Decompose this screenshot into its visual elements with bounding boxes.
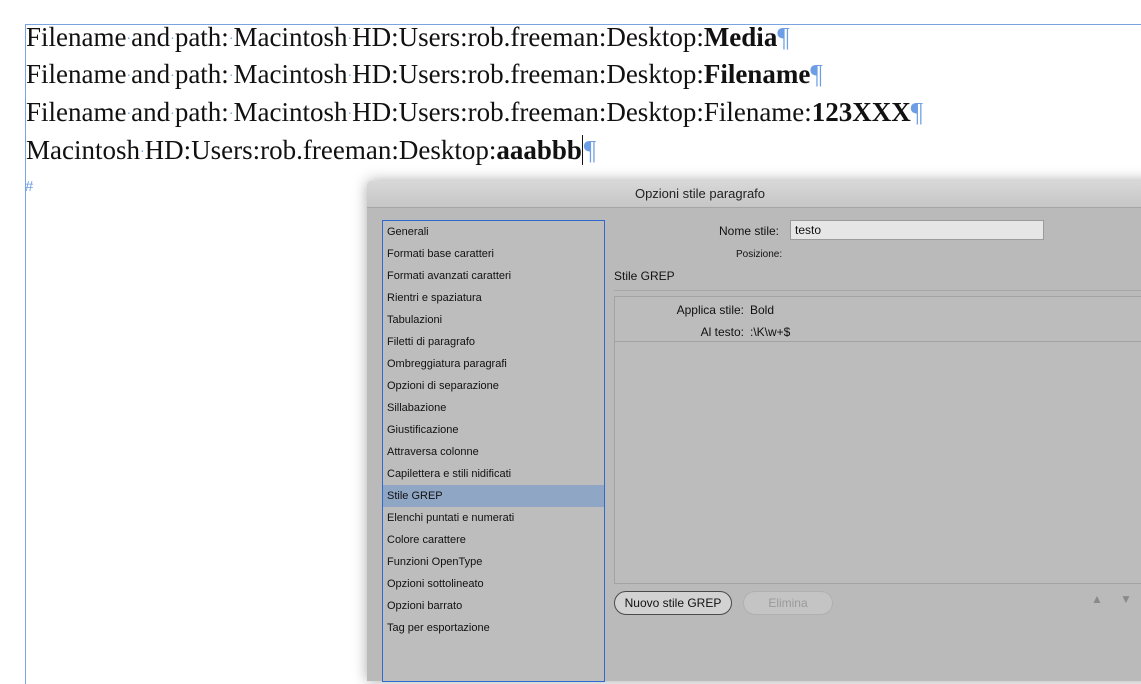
category-item[interactable]: Tag per esportazione [383,617,604,639]
bold-grep-match: Filename [703,59,811,89]
document-line[interactable]: Filename·and·path:·Macintosh·HD:Users:ro… [26,59,823,92]
end-of-story-marker: # [25,178,34,195]
category-item[interactable]: Opzioni barrato [383,595,604,617]
line-word: path: [174,97,229,127]
document-line[interactable]: Filename·and·path:·Macintosh·HD:Users:ro… [26,97,923,130]
line-word: Macintosh [233,22,348,52]
paragraph-style-options-dialog: Opzioni stile paragrafo Generali Formati … [367,181,1141,682]
apply-style-label: Applica stile: [676,303,744,317]
category-item[interactable]: Colore carattere [383,529,604,551]
bold-grep-match: 123XXX [811,97,911,127]
category-item[interactable]: Formati avanzati caratteri [383,265,604,287]
style-name-label: Nome stile: [719,224,780,238]
category-item[interactable]: Rientri e spaziatura [383,287,604,309]
category-item[interactable]: Attraversa colonne [383,441,604,463]
category-item[interactable]: Opzioni di separazione [383,375,604,397]
category-list[interactable]: Generali Formati base caratteri Formati av… [382,220,605,682]
category-item[interactable]: Stile GREP [383,485,604,507]
grep-rules-list[interactable]: Applica stile: Bold Al testo: :\K\w+$ [614,296,1141,584]
bold-grep-match: Media [703,22,778,52]
line-word: Filename [26,59,127,89]
line-word: Filename [26,22,127,52]
line-word: Macintosh [233,97,348,127]
move-up-icon[interactable]: ▲ [1091,592,1103,606]
pilcrow-icon: ¶ [910,97,924,127]
section-divider [614,290,1141,291]
line-word: path: [174,22,229,52]
to-text-value[interactable]: :\K\w+$ [750,325,790,339]
line-word: and [131,97,171,127]
move-down-icon[interactable]: ▼ [1120,592,1132,606]
category-item[interactable]: Funzioni OpenType [383,551,604,573]
dialog-titlebar[interactable]: Opzioni stile paragrafo [367,181,1141,208]
document-line[interactable]: Macintosh·HD:Users:rob.freeman:Desktop:a… [26,135,596,168]
delete-button[interactable]: Elimina [743,591,833,615]
category-item[interactable]: Tabulazioni [383,309,604,331]
section-title: Stile GREP [614,269,675,283]
position-label: Posizione: [736,249,783,260]
line-word: path: [174,59,229,89]
category-item[interactable]: Ombreggiatura paragrafi [383,353,604,375]
line-word: HD:Users:rob.freeman:Desktop:Filename: [352,97,812,127]
line-word: HD:Users:rob.freeman:Desktop: [352,59,704,89]
text-cursor [581,135,583,165]
category-item[interactable]: Giustificazione [383,419,604,441]
category-item[interactable]: Capilettera e stili nidificati [383,463,604,485]
line-word: Filename [26,97,127,127]
dialog-title: Opzioni stile paragrafo [634,186,766,201]
pilcrow-icon: ¶ [810,59,823,89]
category-item[interactable]: Elenchi puntati e numerati [383,507,604,529]
new-grep-style-button[interactable]: Nuovo stile GREP [614,591,732,615]
category-item[interactable]: Opzioni sottolineato [383,573,604,595]
category-item[interactable]: Filetti di paragrafo [383,331,604,353]
grep-rule-item[interactable]: Applica stile: Bold Al testo: :\K\w+$ [615,297,1141,342]
apply-style-value[interactable]: Bold [750,303,774,317]
category-item[interactable]: Formati base caratteri [383,243,604,265]
line-word: HD:Users:rob.freeman:Desktop: [352,22,704,52]
line-word: and [131,22,171,52]
line-word: Macintosh [26,135,140,165]
document-line[interactable]: Filename·and·path:·Macintosh·HD:Users:ro… [26,22,790,55]
line-word: HD:Users:rob.freeman:Desktop: [144,135,497,165]
line-word: and [131,59,171,89]
category-item[interactable]: Sillabazione [383,397,604,419]
line-word: Macintosh [233,59,348,89]
to-text-label: Al testo: [700,325,744,339]
pilcrow-icon: ¶ [583,135,597,165]
style-name-input[interactable] [790,220,1044,240]
bold-grep-match: aaabbb [496,135,582,165]
category-item[interactable]: Generali [383,221,604,243]
pilcrow-icon: ¶ [777,22,790,52]
